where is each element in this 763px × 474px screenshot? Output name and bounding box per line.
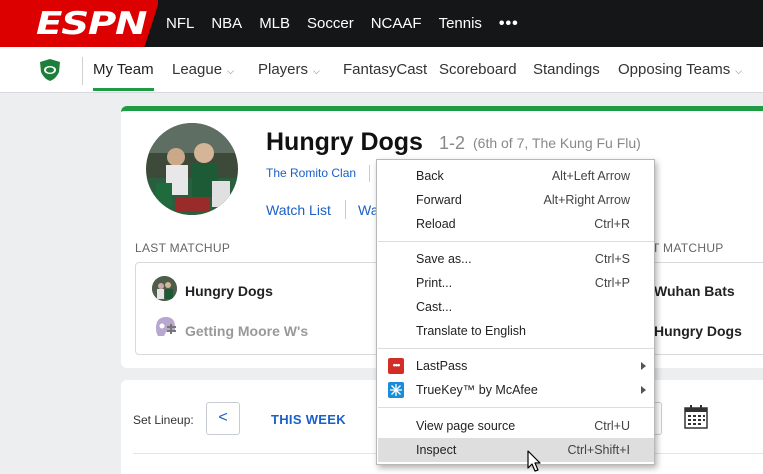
top-bar: ESPN NFL NBA MLB Soccer NCAAF Tennis ••• [0, 0, 763, 47]
tab-standings[interactable]: Standings [533, 61, 600, 78]
menu-item-label: TrueKey™ by McAfee [416, 383, 538, 397]
menu-item-save-as[interactable]: Save as... Ctrl+S [378, 247, 654, 271]
tab-players-label: Players [258, 61, 309, 78]
lastpass-icon: ••• [388, 358, 404, 374]
matchup-team-1: Hungry Dogs [185, 283, 273, 299]
menu-item-print[interactable]: Print... Ctrl+P [378, 271, 654, 295]
last-matchup-label: LAST MATCHUP [135, 241, 231, 255]
menu-item-reload[interactable]: Reload Ctrl+R [378, 212, 654, 236]
tab-fantasycast[interactable]: FantasyCast [343, 61, 427, 78]
nav-ncaaf[interactable]: NCAAF [371, 15, 422, 32]
logo-text: ESPN [36, 6, 147, 42]
tab-league-label: League [172, 61, 223, 78]
fantasy-football-shield-icon[interactable] [38, 58, 62, 82]
tab-opposing-teams-label: Opposing Teams [618, 61, 731, 78]
nav-divider [82, 57, 83, 85]
menu-item-forward[interactable]: Forward Alt+Right Arrow [378, 188, 654, 212]
menu-item-shortcut: Ctrl+P [594, 276, 630, 290]
link-divider [345, 200, 346, 219]
tab-standings-label: Standings [533, 61, 600, 78]
menu-separator [378, 407, 654, 408]
next-matchup-team-1: Wuhan Bats [654, 283, 735, 299]
menu-item-label: Print... [416, 276, 453, 290]
menu-item-label: Cast... [416, 300, 453, 314]
calendar-icon[interactable] [683, 404, 709, 430]
watch-list-link[interactable]: Watch List [266, 202, 331, 218]
owner-divider [369, 165, 370, 182]
menu-item-truekey[interactable]: TrueKey™ by McAfee [378, 378, 654, 402]
next-matchup-label: T MATCHUP [652, 241, 724, 255]
nav-soccer[interactable]: Soccer [307, 15, 354, 32]
tab-fantasycast-label: FantasyCast [343, 61, 428, 78]
truekey-icon [388, 382, 404, 398]
submenu-arrow-icon [641, 386, 646, 394]
team-rank: (6th of 7, The Kung Fu Flu) [473, 135, 641, 151]
sport-nav: NFL NBA MLB Soccer NCAAF Tennis ••• [166, 0, 536, 47]
previous-week-button[interactable]: < [206, 402, 240, 435]
team-avatar [146, 123, 238, 215]
menu-item-back[interactable]: Back Alt+Left Arrow [378, 164, 654, 188]
tab-players[interactable]: Players ⌵ [258, 61, 320, 78]
menu-item-shortcut: Ctrl+R [594, 217, 630, 231]
chevron-down-icon: ⌵ [313, 66, 320, 76]
menu-item-shortcut: Ctrl+Shift+I [567, 443, 630, 457]
menu-item-shortcut: Ctrl+S [594, 252, 630, 266]
chevron-down-icon: ⌵ [735, 66, 743, 76]
matchup-team-2: Getting Moore W's [185, 323, 309, 339]
tab-scoreboard[interactable]: Scoreboard [439, 61, 517, 78]
menu-item-label: Save as... [416, 252, 472, 266]
menu-separator [378, 348, 654, 349]
team-name: Hungry Dogs [266, 128, 423, 156]
menu-item-lastpass[interactable]: ••• LastPass [378, 354, 654, 378]
menu-item-label: Translate to English [416, 324, 527, 338]
menu-item-shortcut: Ctrl+U [594, 419, 630, 433]
menu-item-label: Back [416, 169, 444, 183]
mouse-cursor-icon [527, 450, 541, 472]
menu-item-label: Forward [416, 193, 462, 207]
menu-item-translate[interactable]: Translate to English [378, 319, 654, 343]
menu-item-inspect[interactable]: Inspect Ctrl+Shift+I [378, 438, 654, 462]
fantasy-sub-nav: My Team League ⌵ Players ⌵ FantasyCast Sco… [0, 47, 763, 93]
nav-tennis[interactable]: Tennis [439, 15, 482, 32]
menu-separator [378, 241, 654, 242]
menu-item-shortcut: Alt+Right Arrow [543, 193, 631, 207]
espn-logo[interactable]: ESPN [0, 0, 158, 47]
tab-opposing-teams[interactable]: Opposing Teams ⌵ [618, 61, 742, 78]
submenu-arrow-icon [641, 362, 646, 370]
tab-my-team[interactable]: My Team [93, 61, 154, 91]
more-icon[interactable]: ••• [499, 15, 519, 33]
helmet-icon [156, 317, 176, 336]
menu-item-label: Reload [416, 217, 456, 231]
team-record: 1-2 [439, 133, 466, 153]
this-week-tab[interactable]: THIS WEEK [271, 412, 346, 427]
team-mini-avatar [152, 276, 177, 301]
nav-nba[interactable]: NBA [211, 15, 242, 32]
chevron-down-icon: ⌵ [227, 66, 234, 76]
next-matchup-team-2: Hungry Dogs [654, 323, 742, 339]
tab-my-team-label: My Team [93, 61, 154, 78]
nav-nfl[interactable]: NFL [166, 15, 194, 32]
set-lineup-label: Set Lineup: [133, 413, 194, 427]
context-menu: Back Alt+Left Arrow Forward Alt+Right Ar… [376, 159, 655, 465]
tab-league[interactable]: League ⌵ [172, 61, 234, 78]
tab-scoreboard-label: Scoreboard [439, 61, 517, 78]
menu-item-label: View page source [416, 419, 516, 433]
menu-item-cast[interactable]: Cast... [378, 295, 654, 319]
next-matchup-box[interactable] [640, 262, 763, 355]
nav-mlb[interactable]: MLB [259, 15, 290, 32]
menu-item-view-source[interactable]: View page source Ctrl+U [378, 414, 654, 438]
owner-link[interactable]: The Romito Clan [266, 166, 356, 180]
menu-item-shortcut: Alt+Left Arrow [551, 169, 630, 183]
menu-item-label: Inspect [416, 443, 457, 457]
last-matchup-box[interactable] [135, 262, 385, 355]
menu-item-label: LastPass [416, 359, 468, 373]
